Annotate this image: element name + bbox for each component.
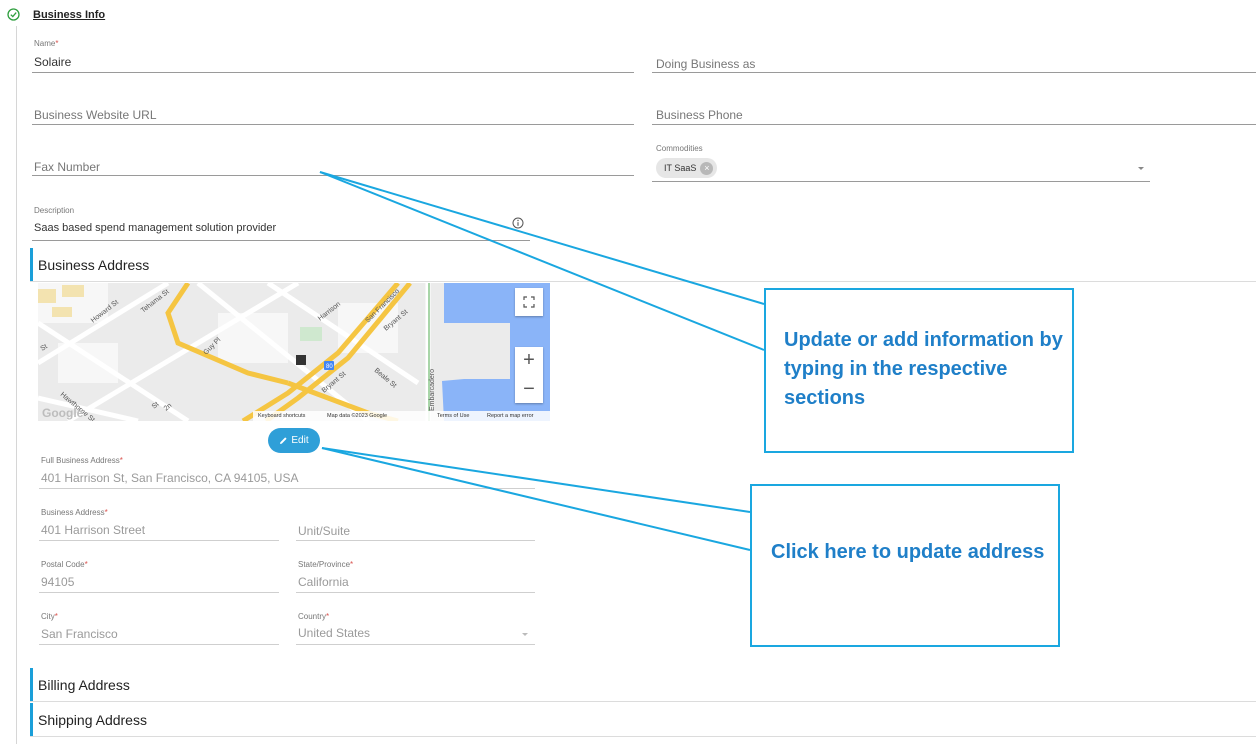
map-freeway-shield: 80 [326, 364, 333, 370]
fullscreen-button[interactable] [515, 288, 543, 316]
name-label: Name* [34, 39, 59, 48]
keyboard-shortcuts-link[interactable]: Keyboard shortcuts [258, 413, 305, 419]
section-accent [30, 668, 33, 701]
edit-label: Edit [291, 435, 309, 446]
phone-underline [652, 124, 1256, 125]
state-input[interactable]: California [298, 575, 349, 589]
fullscreen-icon [523, 296, 535, 308]
billing-address-header[interactable]: Billing Address [30, 668, 1256, 702]
zoom-out-button[interactable]: − [523, 378, 535, 401]
name-input[interactable]: Solaire [34, 55, 71, 69]
commodities-label: Commodities [656, 144, 703, 153]
description-underline [32, 240, 530, 241]
website-underline [32, 124, 634, 125]
fax-underline [32, 175, 634, 176]
state-underline [296, 592, 535, 593]
section-accent [30, 703, 33, 736]
check-circle-icon [7, 8, 20, 21]
city-underline [39, 644, 279, 645]
fax-input[interactable]: Fax Number [34, 160, 100, 174]
description-input[interactable]: Saas based spend management solution pro… [34, 222, 276, 234]
pencil-icon [280, 437, 287, 444]
zoom-in-button[interactable]: + [523, 349, 535, 372]
country-label: Country* [298, 612, 330, 621]
dba-underline [652, 72, 1256, 73]
unit-underline [296, 540, 535, 541]
edit-address-button[interactable]: Edit [268, 428, 320, 453]
billing-address-title: Billing Address [38, 677, 130, 693]
city-label: City* [41, 612, 58, 621]
full-address-label: Full Business Address* [41, 456, 123, 465]
name-underline [32, 72, 634, 73]
commodities-dropdown-icon[interactable] [1138, 167, 1144, 170]
left-guide-line [16, 26, 17, 744]
report-map-error-link[interactable]: Report a map error [487, 413, 533, 419]
remove-chip-icon[interactable]: × [700, 161, 714, 175]
address-map[interactable]: Howard St Tehama St Harrison San Francis… [38, 283, 550, 421]
commodity-chip-label: IT SaaS [664, 163, 697, 173]
country-select[interactable]: United States [298, 626, 370, 640]
commodity-chip[interactable]: IT SaaS × [656, 158, 718, 178]
zoom-controls: + − [515, 347, 543, 403]
country-underline [296, 644, 535, 645]
street-input[interactable]: 401 Harrison Street [41, 523, 145, 537]
website-input[interactable]: Business Website URL [34, 108, 157, 122]
terms-of-use-link[interactable]: Terms of Use [437, 413, 469, 419]
country-dropdown-icon[interactable] [522, 633, 528, 636]
commodities-underline [652, 181, 1150, 182]
full-address-underline [39, 488, 535, 489]
description-label: Description [34, 206, 75, 215]
postal-underline [39, 592, 279, 593]
map-pin-building [296, 355, 306, 365]
section-title[interactable]: Business Info [33, 9, 105, 21]
business-address-title: Business Address [38, 257, 150, 273]
callout-update-info: Update or add information by typing in t… [764, 288, 1074, 453]
map-label-embarcadero: Embarcadero [429, 369, 436, 411]
shipping-address-header[interactable]: Shipping Address [30, 703, 1256, 737]
state-label: State/Province* [298, 560, 354, 569]
info-icon[interactable] [512, 217, 524, 229]
callout-edit-address-text: Click here to update address [771, 541, 1045, 563]
unit-input[interactable]: Unit/Suite [298, 524, 350, 538]
city-input[interactable]: San Francisco [41, 627, 118, 641]
full-address-input[interactable]: 401 Harrison St, San Francisco, CA 94105… [41, 471, 298, 485]
map-attribution: Keyboard shortcuts Map data ©2023 Google… [38, 411, 550, 421]
street-label: Business Address* [41, 508, 108, 517]
postal-input[interactable]: 94105 [41, 575, 74, 589]
callout-edit-address: Click here to update address [750, 484, 1060, 647]
section-accent [30, 248, 33, 281]
dba-input[interactable]: Doing Business as [656, 57, 755, 71]
phone-input[interactable]: Business Phone [656, 108, 743, 122]
callout-update-info-text: Update or add information by typing in t… [784, 329, 1063, 409]
business-address-header[interactable]: Business Address [30, 248, 1256, 282]
street-underline [39, 540, 279, 541]
postal-label: Postal Code* [41, 560, 88, 569]
map-data-text: Map data ©2023 Google [327, 413, 388, 419]
shipping-address-title: Shipping Address [38, 712, 147, 728]
